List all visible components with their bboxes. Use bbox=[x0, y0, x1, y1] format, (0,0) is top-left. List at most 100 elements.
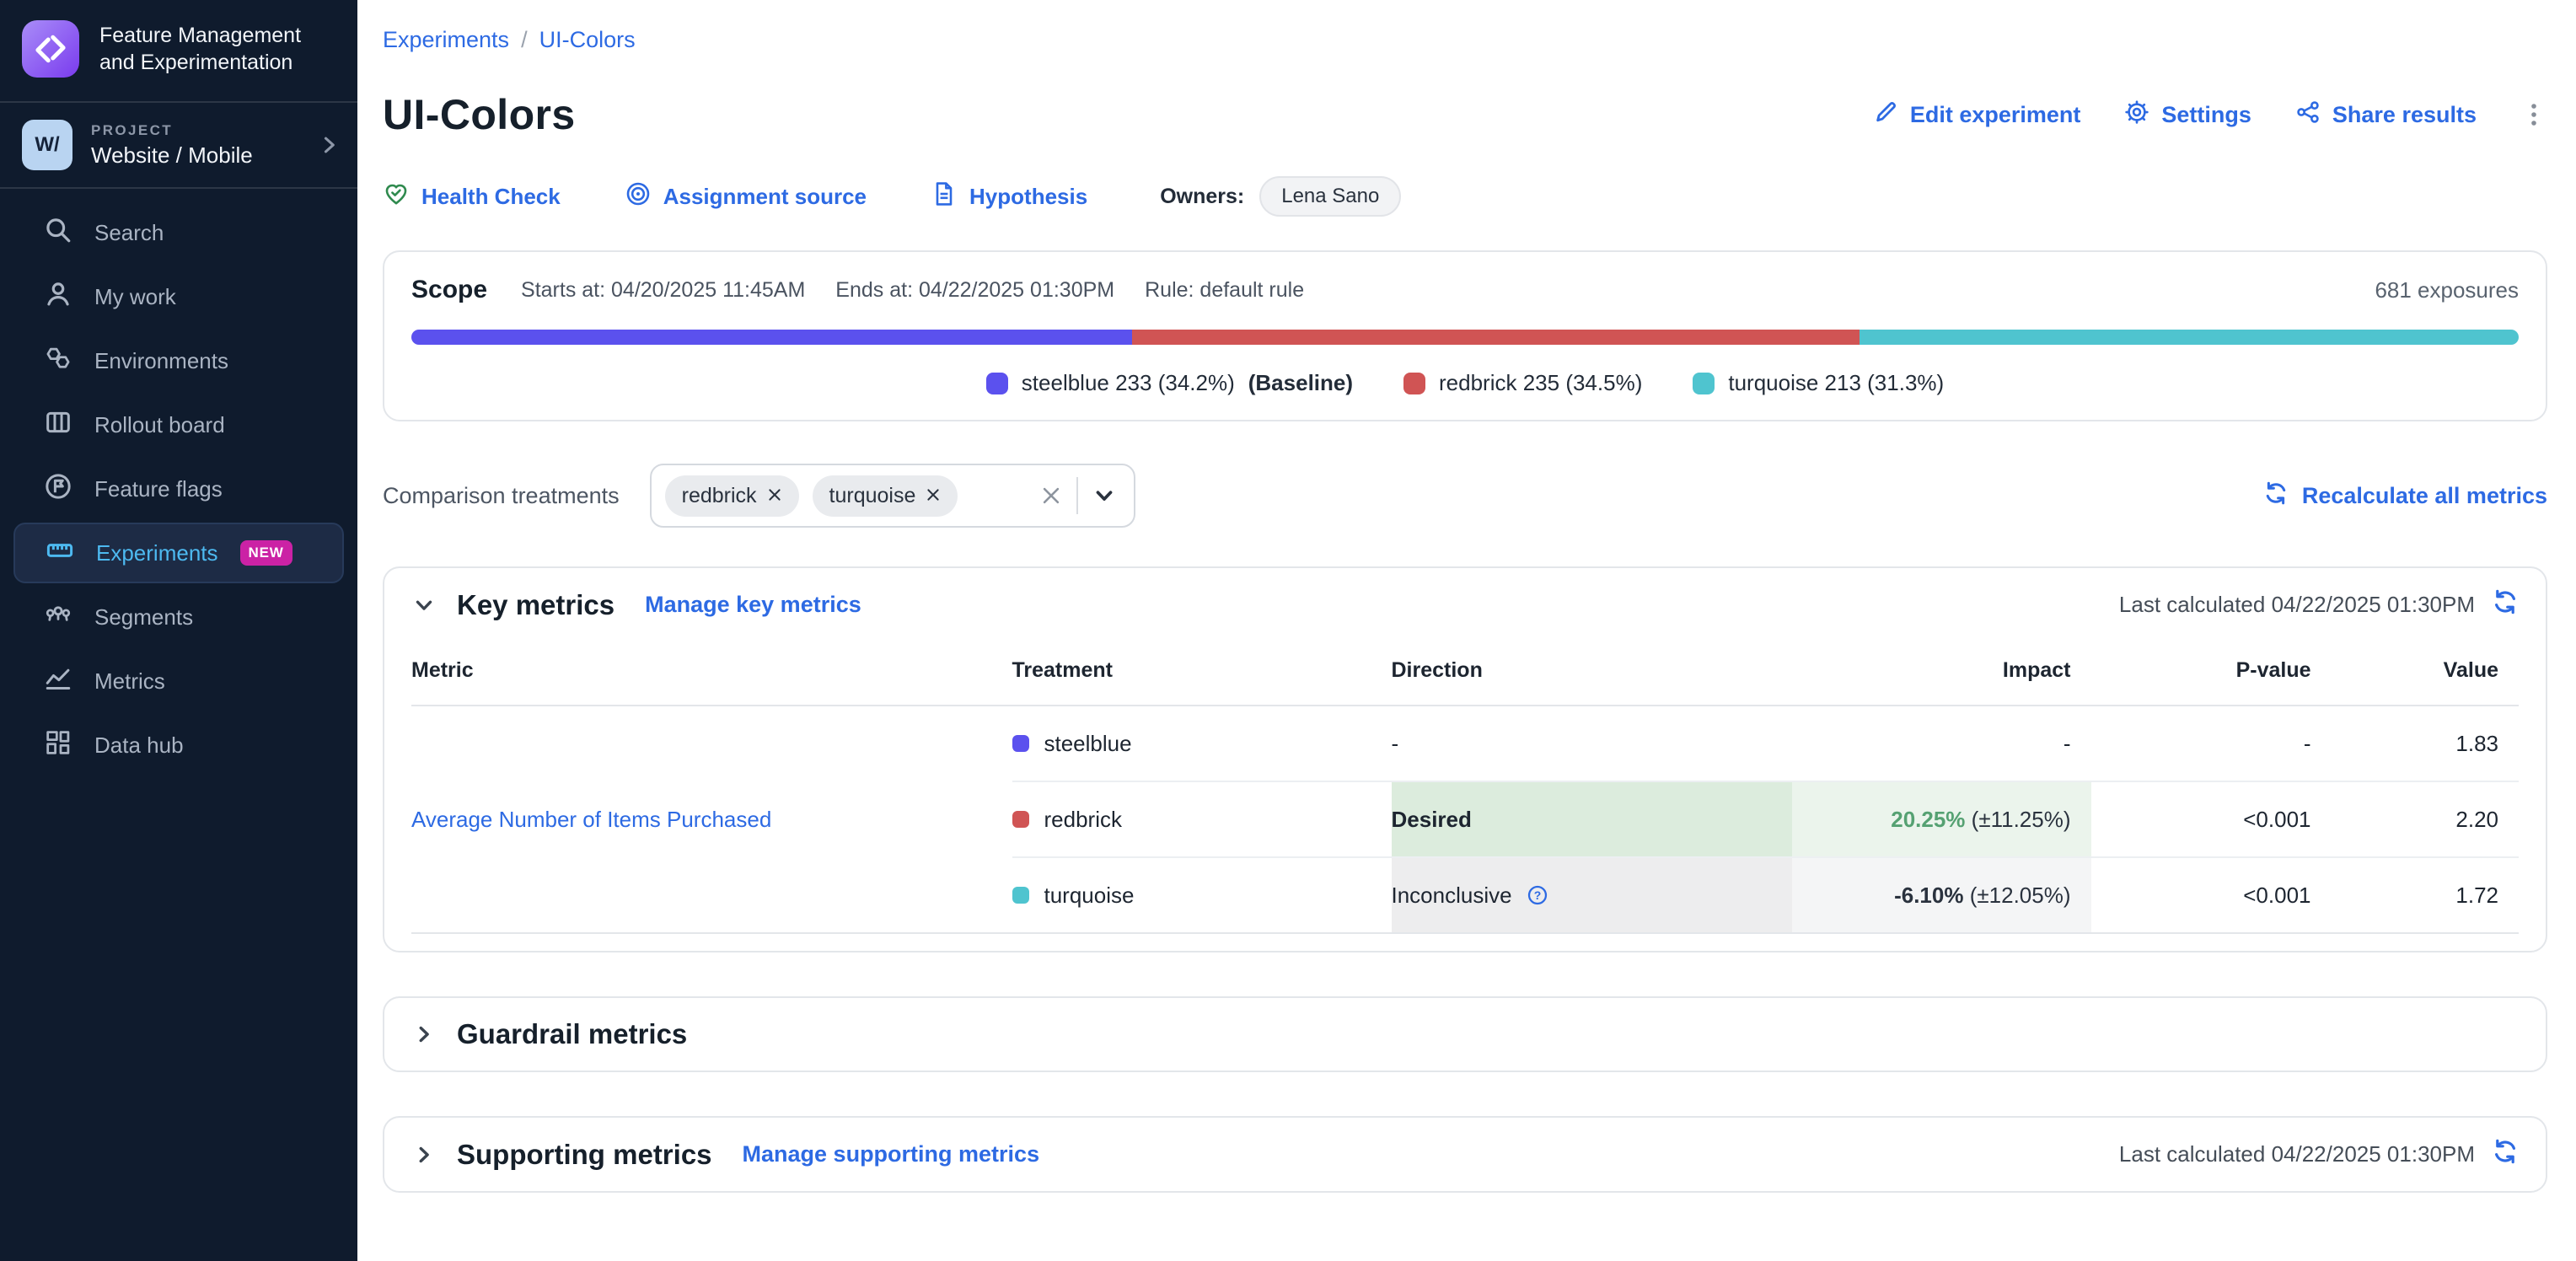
people-icon bbox=[44, 600, 72, 635]
refresh-icon[interactable] bbox=[2492, 1138, 2519, 1171]
search-icon bbox=[44, 216, 72, 250]
scope-ends-at: Ends at: 04/22/2025 01:30PM bbox=[835, 278, 1114, 303]
p-value-cell: <0.001 bbox=[2091, 857, 2332, 933]
legend-item-redbrick: redbrick 235 (34.5%) bbox=[1403, 370, 1642, 396]
more-options-button[interactable] bbox=[2520, 101, 2547, 128]
direction-cell: Desired bbox=[1392, 781, 1792, 857]
document-icon bbox=[931, 180, 958, 213]
column-treatment: Treatment bbox=[1012, 635, 1392, 706]
legend-label: redbrick 235 (34.5%) bbox=[1439, 370, 1642, 396]
sidebar-item-label: Segments bbox=[94, 604, 193, 630]
share-results-button[interactable]: Share results bbox=[2295, 99, 2477, 131]
metric-name-link[interactable]: Average Number of Items Purchased bbox=[411, 807, 771, 832]
chip-remove-icon[interactable] bbox=[767, 484, 782, 508]
manage-key-metrics-link[interactable]: Manage key metrics bbox=[645, 592, 861, 618]
project-switcher[interactable]: W/ PROJECT Website / Mobile bbox=[0, 103, 357, 187]
sidebar-item-segments[interactable]: Segments bbox=[13, 587, 344, 647]
treatment-label: redbrick bbox=[1044, 807, 1122, 833]
help-icon[interactable]: ? bbox=[1526, 883, 1549, 907]
redbrick-swatch bbox=[1403, 373, 1425, 394]
value-cell: 1.83 bbox=[2332, 706, 2520, 781]
main-content: Experiments / UI-Colors UI-Colors Edit e… bbox=[357, 0, 2576, 1261]
sidebar-item-my-work[interactable]: My work bbox=[13, 266, 344, 327]
new-badge: NEW bbox=[240, 540, 292, 566]
supporting-metrics-title: Supporting metrics bbox=[457, 1139, 712, 1171]
legend-label: steelblue 233 (34.2%) bbox=[1022, 370, 1235, 396]
user-icon bbox=[44, 280, 72, 314]
sidebar-item-experiments[interactable]: Experiments NEW bbox=[13, 523, 344, 583]
expand-chevron-icon[interactable] bbox=[411, 1022, 437, 1047]
bullseye-icon bbox=[625, 180, 652, 213]
project-badge: W/ bbox=[22, 120, 72, 170]
column-impact: Impact bbox=[1792, 635, 2091, 706]
key-metrics-table: Metric Treatment Direction Impact P-valu… bbox=[411, 635, 2519, 934]
scope-title: Scope bbox=[411, 276, 487, 304]
sidebar-item-label: Search bbox=[94, 220, 164, 246]
distribution-segment-turquoise bbox=[1860, 330, 2520, 345]
collapse-chevron-icon[interactable] bbox=[411, 593, 437, 618]
sidebar-item-feature-flags[interactable]: Feature flags bbox=[13, 459, 344, 519]
breadcrumb-experiments-link[interactable]: Experiments bbox=[383, 27, 509, 53]
settings-button[interactable]: Settings bbox=[2124, 99, 2251, 131]
expand-chevron-icon[interactable] bbox=[411, 1142, 437, 1167]
hypothesis-label: Hypothesis bbox=[969, 184, 1087, 210]
column-metric: Metric bbox=[411, 635, 1012, 706]
impact-cell: -6.10% (±12.05%) bbox=[1792, 857, 2091, 933]
sidebar-item-label: Data hub bbox=[94, 732, 184, 759]
impact-cell: 20.25% (±11.25%) bbox=[1792, 781, 2091, 857]
clear-selection-icon[interactable] bbox=[1039, 484, 1063, 507]
assignment-source-link[interactable]: Assignment source bbox=[625, 180, 867, 213]
treatments-multiselect[interactable]: redbrick turquoise bbox=[650, 464, 1135, 528]
title-actions: Edit experiment Settings Share results bbox=[1873, 99, 2547, 131]
distribution-segment-redbrick bbox=[1132, 330, 1860, 345]
recalculate-all-metrics-button[interactable]: Recalculate all metrics bbox=[2263, 480, 2547, 512]
sidebar-item-data-hub[interactable]: Data hub bbox=[13, 715, 344, 775]
heart-check-icon bbox=[383, 180, 410, 213]
sidebar-item-metrics[interactable]: Metrics bbox=[13, 651, 344, 711]
supporting-metrics-header: Supporting metrics Manage supporting met… bbox=[411, 1138, 2519, 1171]
sidebar-item-search[interactable]: Search bbox=[13, 202, 344, 263]
sidebar-item-environments[interactable]: Environments bbox=[13, 330, 344, 391]
key-metrics-title: Key metrics bbox=[457, 589, 614, 621]
owner-pill[interactable]: Lena Sano bbox=[1259, 176, 1401, 217]
divider bbox=[1076, 477, 1078, 514]
app-title: Feature Management and Experimentation bbox=[99, 22, 337, 77]
edit-experiment-button[interactable]: Edit experiment bbox=[1873, 99, 2081, 131]
legend-item-steelblue: steelblue 233 (34.2%) (Baseline) bbox=[986, 370, 1353, 396]
exposures-count: 681 exposures bbox=[2375, 277, 2519, 303]
chevron-down-icon[interactable] bbox=[1092, 483, 1117, 508]
hypothesis-link[interactable]: Hypothesis bbox=[931, 180, 1087, 213]
scope-header: Scope Starts at: 04/20/2025 11:45AM Ends… bbox=[411, 276, 2519, 304]
value-cell: 1.72 bbox=[2332, 857, 2520, 933]
direction-cell: - bbox=[1392, 706, 1792, 781]
chip-remove-icon[interactable] bbox=[926, 484, 941, 508]
settings-label: Settings bbox=[2161, 102, 2251, 128]
distribution-segment-steelblue bbox=[411, 330, 1132, 345]
app-logo-icon bbox=[22, 20, 79, 78]
health-check-link[interactable]: Health Check bbox=[383, 180, 561, 213]
turquoise-swatch bbox=[1693, 373, 1715, 394]
project-meta: PROJECT Website / Mobile bbox=[91, 122, 298, 169]
refresh-icon bbox=[2263, 480, 2289, 512]
breadcrumb-current-link[interactable]: UI-Colors bbox=[539, 27, 636, 53]
sidebar: Feature Management and Experimentation W… bbox=[0, 0, 357, 1261]
sidebar-item-rollout-board[interactable]: Rollout board bbox=[13, 394, 344, 455]
supporting-metrics-card: Supporting metrics Manage supporting met… bbox=[383, 1116, 2547, 1193]
impact-cell: - bbox=[1792, 706, 2091, 781]
refresh-icon[interactable] bbox=[2492, 588, 2519, 621]
column-p-value: P-value bbox=[2091, 635, 2332, 706]
sidebar-item-label: Feature flags bbox=[94, 476, 223, 502]
steelblue-swatch bbox=[986, 373, 1008, 394]
guardrail-metrics-card: Guardrail metrics bbox=[383, 996, 2547, 1072]
chip-turquoise: turquoise bbox=[813, 475, 958, 517]
key-metrics-header: Key metrics Manage key metrics Last calc… bbox=[411, 588, 2519, 621]
treatment-label: steelblue bbox=[1044, 731, 1132, 757]
sidebar-item-label: My work bbox=[94, 284, 176, 310]
comparison-label: Comparison treatments bbox=[383, 483, 620, 509]
assignment-source-label: Assignment source bbox=[663, 184, 867, 210]
supporting-metrics-last-calculated: Last calculated 04/22/2025 01:30PM bbox=[2119, 1138, 2519, 1171]
redbrick-swatch bbox=[1012, 811, 1029, 828]
manage-supporting-metrics-link[interactable]: Manage supporting metrics bbox=[743, 1141, 1040, 1167]
steelblue-swatch bbox=[1012, 735, 1029, 752]
key-metrics-card: Key metrics Manage key metrics Last calc… bbox=[383, 566, 2547, 952]
